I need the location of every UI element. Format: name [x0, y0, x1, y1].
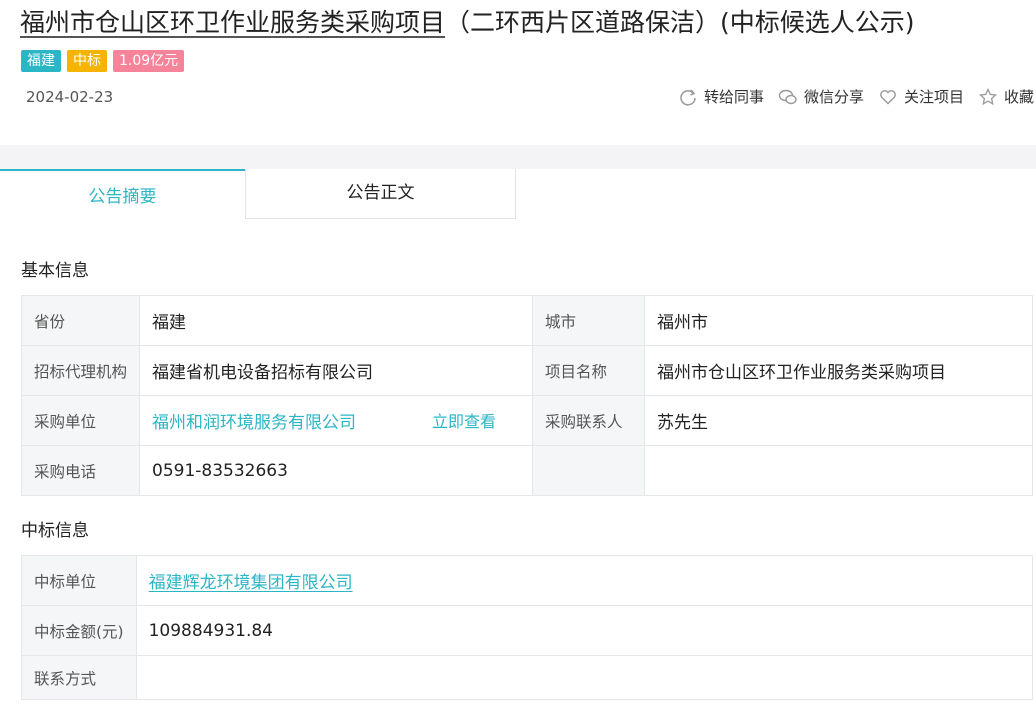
action-bar: 转给同事 微信分享 关注项目 收藏 [678, 85, 1034, 109]
basic-info-heading: 基本信息 [21, 261, 89, 281]
amount-tag: 1.09亿元 [113, 50, 185, 72]
follow-project-button[interactable]: 关注项目 [878, 85, 964, 109]
phone-value: 0591-83532663 [139, 445, 534, 496]
empty-label-cell [532, 445, 646, 496]
table-row: 中标单位 福建辉龙环境集团有限公司 [21, 555, 1034, 606]
status-tag: 中标 [67, 50, 107, 72]
favorite-button[interactable]: 收藏 [978, 85, 1034, 109]
winner-unit-label: 中标单位 [21, 555, 137, 606]
project-name-label: 项目名称 [532, 345, 646, 396]
winner-contact-value [135, 655, 1034, 700]
region-tag: 福建 [21, 50, 61, 72]
winner-unit-cell: 福建辉龙环境集团有限公司 [135, 555, 1034, 606]
city-value: 福州市 [644, 295, 1033, 346]
publish-date: 2024-02-23 [26, 88, 114, 106]
share-arrow-icon [680, 89, 696, 106]
table-row: 联系方式 [21, 655, 1034, 700]
buyer-contact-value: 苏先生 [644, 395, 1033, 446]
project-name-value: 福州市仓山区环卫作业服务类采购项目 [644, 345, 1033, 396]
divider-band [0, 145, 1036, 169]
buyer-contact-label: 采购联系人 [532, 395, 646, 446]
follow-label: 关注项目 [903, 88, 964, 106]
tab-bar: 公告摘要 公告正文 [0, 169, 1036, 219]
city-label: 城市 [532, 295, 646, 346]
title-suffix: （二环西片区道路保洁）(中标候选人公示) [445, 8, 915, 37]
tab-body[interactable]: 公告正文 [245, 169, 516, 219]
agency-label: 招标代理机构 [20, 345, 141, 396]
province-value: 福建 [139, 295, 534, 346]
winner-info-table: 中标单位 福建辉龙环境集团有限公司 中标金额(元) 109884931.84 联… [21, 555, 1034, 700]
favorite-label: 收藏 [1003, 88, 1034, 106]
winner-amount-value: 109884931.84 [135, 605, 1034, 656]
province-label: 省份 [20, 295, 141, 346]
agency-value: 福建省机电设备招标有限公司 [139, 345, 534, 396]
buyer-link[interactable]: 福州和润环境服务有限公司 [152, 413, 356, 433]
basic-info-table: 省份 福建 城市 福州市 招标代理机构 福建省机电设备招标有限公司 项目名称 福… [20, 295, 1033, 496]
buyer-cell: 福州和润环境服务有限公司 立即查看 [139, 395, 534, 446]
wechat-share-button[interactable]: 微信分享 [778, 85, 864, 109]
wechat-icon [778, 89, 797, 105]
table-row: 采购单位 福州和润环境服务有限公司 立即查看 采购联系人 苏先生 [20, 395, 1033, 446]
forward-label: 转给同事 [703, 88, 764, 106]
table-row: 中标金额(元) 109884931.84 [21, 605, 1034, 656]
page-title: 福州市仓山区环卫作业服务类采购项目（二环西片区道路保洁）(中标候选人公示) [20, 4, 915, 42]
winner-unit-link[interactable]: 福建辉龙环境集团有限公司 [149, 573, 353, 593]
empty-value-cell [644, 445, 1033, 496]
star-icon [978, 87, 997, 106]
forward-button[interactable]: 转给同事 [678, 85, 764, 109]
winner-contact-label: 联系方式 [21, 655, 137, 700]
table-row: 省份 福建 城市 福州市 [20, 295, 1033, 346]
table-row: 招标代理机构 福建省机电设备招标有限公司 项目名称 福州市仓山区环卫作业服务类采… [20, 345, 1033, 396]
tab-summary[interactable]: 公告摘要 [0, 169, 245, 219]
winner-amount-label: 中标金额(元) [21, 605, 137, 656]
phone-label: 采购电话 [20, 445, 141, 496]
wechat-label: 微信分享 [803, 88, 864, 106]
tag-list: 福建 中标 1.09亿元 [21, 50, 185, 72]
project-title-link[interactable]: 福州市仓山区环卫作业服务类采购项目 [20, 8, 445, 37]
heart-icon [880, 90, 896, 105]
buyer-label: 采购单位 [20, 395, 141, 446]
winner-info-heading: 中标信息 [21, 521, 89, 541]
table-row: 采购电话 0591-83532663 [20, 445, 1033, 496]
view-buyer-link[interactable]: 立即查看 [432, 408, 496, 432]
